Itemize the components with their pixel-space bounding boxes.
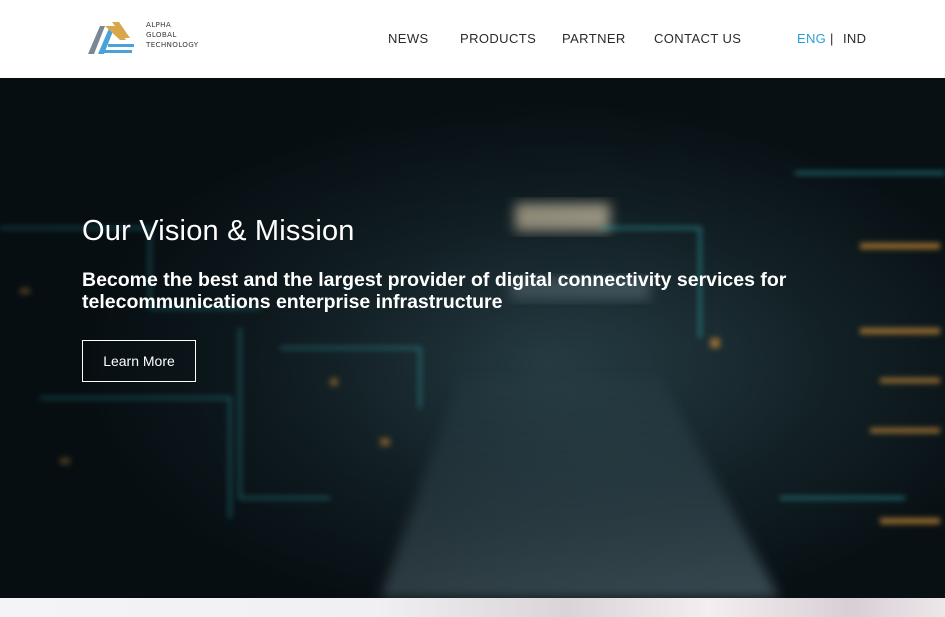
hero-subtitle: Become the best and the largest provider… bbox=[82, 269, 787, 313]
logo-mark-icon bbox=[88, 22, 134, 54]
site-header: ALPHA GLOBAL TECHNOLOGY NEWS PRODUCTS PA… bbox=[0, 0, 945, 78]
lang-ind[interactable]: IND bbox=[843, 31, 866, 46]
company-logo[interactable]: ALPHA GLOBAL TECHNOLOGY bbox=[86, 18, 216, 58]
nav-products[interactable]: PRODUCTS bbox=[460, 31, 536, 46]
hero-title: Our Vision & Mission bbox=[82, 215, 355, 247]
hero-overlay bbox=[0, 78, 945, 598]
logo-line-1: ALPHA bbox=[146, 20, 172, 29]
nav-partner[interactable]: PARTNER bbox=[562, 31, 626, 46]
lang-separator: | bbox=[830, 31, 834, 46]
learn-more-button[interactable]: Learn More bbox=[82, 340, 196, 382]
lang-eng[interactable]: ENG bbox=[797, 31, 826, 46]
nav-contact-us[interactable]: CONTACT US bbox=[654, 31, 741, 46]
hero-section: Our Vision & Mission Become the best and… bbox=[0, 78, 945, 598]
nav-news[interactable]: NEWS bbox=[388, 31, 429, 46]
next-section-preview bbox=[0, 598, 945, 617]
logo-line-3: TECHNOLOGY bbox=[146, 40, 199, 49]
logo-line-2: GLOBAL bbox=[146, 30, 177, 39]
logo-text: ALPHA GLOBAL TECHNOLOGY bbox=[146, 20, 198, 50]
